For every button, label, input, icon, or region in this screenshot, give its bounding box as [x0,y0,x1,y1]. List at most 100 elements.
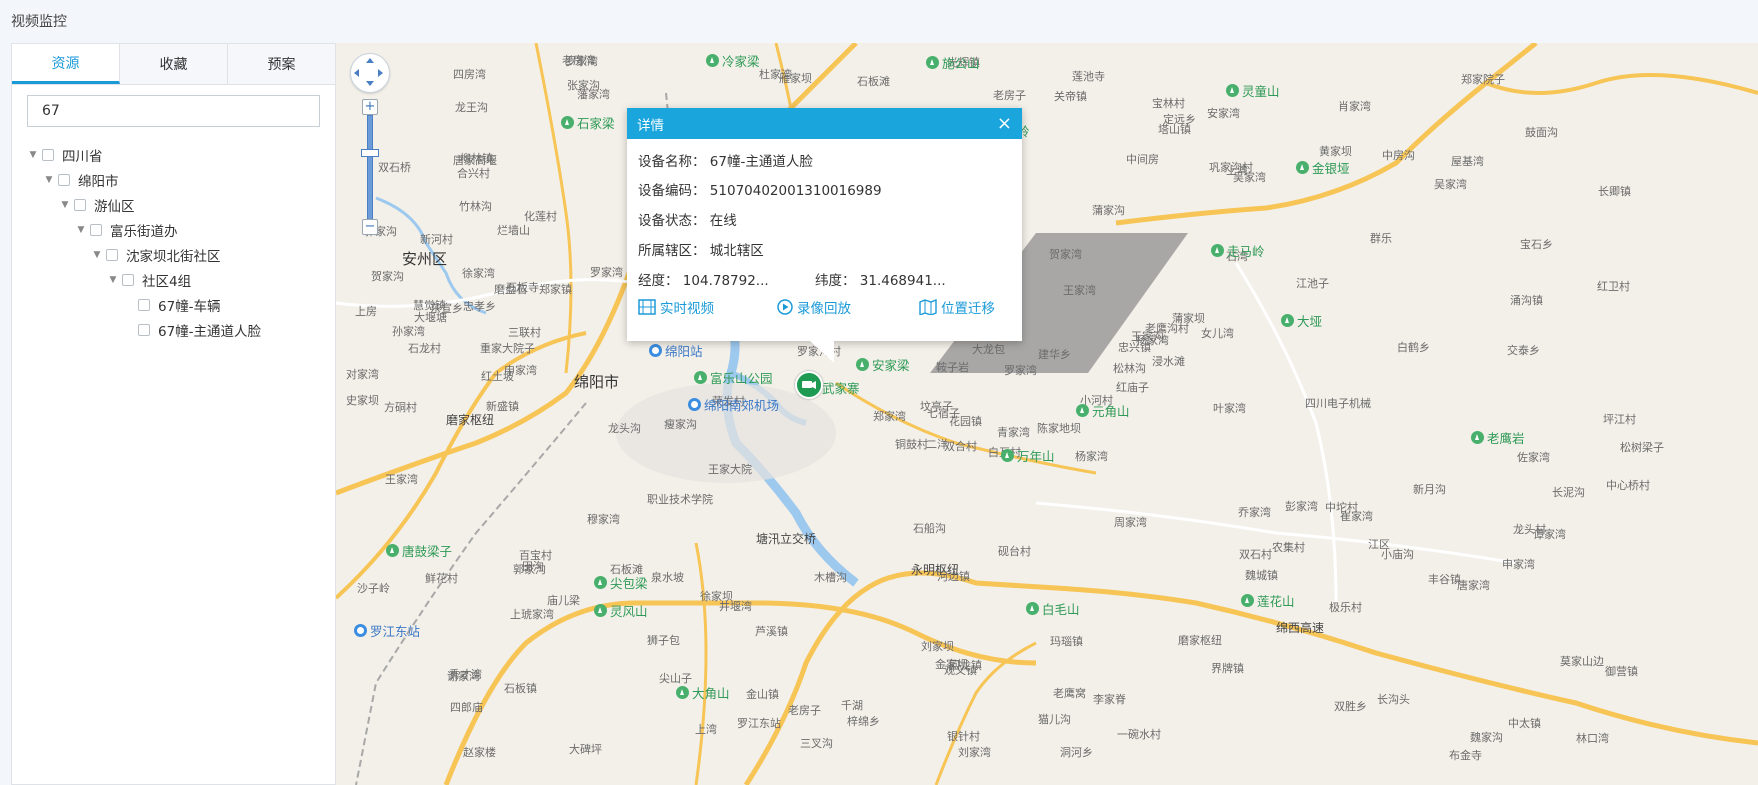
place-label: 石板镇 [504,682,537,695]
playback-link[interactable]: 录像回放 [777,297,851,317]
tab-resources[interactable]: 资源 [12,44,120,84]
place-label: 新河村 [420,233,453,246]
tree-node-label: 沈家坝北街社区 [126,248,221,265]
tree-node[interactable]: ▼ 四川省 [12,142,335,167]
pan-control[interactable] [350,53,390,93]
place-label: 职业技术学院 [647,493,713,506]
playback-label: 录像回放 [797,301,851,317]
poi-marker: 施公山 [926,53,980,72]
caret-down-icon[interactable]: ▼ [58,198,72,212]
tree-node[interactable]: ▼ 绵阳市 [12,167,335,192]
place-label: 四房湾 [453,68,486,81]
place-label: 竹林沟 [459,200,492,213]
search-input[interactable] [27,95,320,127]
pan-right-icon[interactable] [378,69,383,77]
mountain-icon [1026,602,1039,615]
tab-favorites[interactable]: 收藏 [120,44,228,84]
device-code-row: 设备编码： 51070402001310016989 [638,179,882,199]
tree-checkbox[interactable] [122,273,134,286]
poi-marker: 老鹰岩 [1471,428,1525,447]
tree-leaf[interactable]: 67幢-车辆 [12,292,335,317]
district-row: 所属辖区： 城北辖区 [638,239,764,259]
zoom-slider-handle[interactable] [361,149,379,157]
device-name-value: 67幢-主通道人脸 [709,154,813,170]
tree-checkbox[interactable] [58,173,70,186]
tree-checkbox[interactable] [74,198,86,211]
pan-up-icon[interactable] [366,58,374,63]
tree-node[interactable]: ▼ 社区4组 [12,267,335,292]
page-title: 视频监控 [11,14,67,30]
zoom-in-button[interactable]: + [362,99,378,115]
poi-label: 金银垭 [1312,161,1350,176]
map-base [336,43,1758,785]
place-label: 长泥沟 [1552,486,1585,499]
poi-marker: 冷家梁 [706,51,760,70]
relocate-link[interactable]: 位置迁移 [919,297,995,317]
caret-down-icon[interactable]: ▼ [90,248,104,262]
place-label: 中太镇 [1508,717,1541,730]
caret-down-icon[interactable]: ▼ [106,273,120,287]
place-label: 双石村 [1239,548,1272,561]
place-label: 罗家湾 [590,266,623,279]
longitude-value: 104.78792... [682,273,769,289]
city-label: 绵阳市 [574,373,620,391]
place-label: 郑家院子 [1461,73,1505,86]
mountain-icon [1241,594,1254,607]
close-icon[interactable]: × [997,113,1012,134]
popup-pointer [810,341,834,363]
place-label: 交泰乡 [1507,344,1540,357]
tree-checkbox[interactable] [42,148,54,161]
tree-node[interactable]: ▼ 沈家坝北街社区 [12,242,335,267]
tree-node[interactable]: ▼ 富乐街道办 [12,217,335,242]
place-label: 江池子 [1296,277,1329,290]
play-icon [777,299,793,315]
place-label: 忠孝乡 [463,300,496,313]
mountain-icon [694,371,707,384]
place-label: 申家湾 [1502,558,1535,571]
map-view[interactable]: 绵阳市安州区磨家枢纽塘汛立交桥永明枢纽绵西高速白互村烂墙山七宿子秀才湾忠兴镇井堰… [336,43,1758,785]
place-label: 上琥家湾 [510,608,554,621]
place-label: 张家沟 [567,79,600,92]
poi-label: 灵童山 [1242,84,1280,99]
tree-checkbox[interactable] [90,223,102,236]
tree-checkbox[interactable] [138,298,150,311]
pan-left-icon[interactable] [354,69,359,77]
poi-label: 大垭 [1297,314,1323,329]
tab-plans[interactable]: 预案 [228,44,335,84]
place-label: 双石桥 [378,161,411,174]
place-label: 谢家湾 [447,670,480,683]
place-label: 鼓面沟 [1525,126,1558,139]
place-label: 徐家坝 [700,590,733,603]
tree-leaf[interactable]: 67幢-主通道人脸 [12,317,335,342]
zoom-out-button[interactable]: − [362,219,378,235]
zoom-slider[interactable] [367,115,373,220]
place-label: 双合村 [944,440,977,453]
place-label: 石龙村 [408,342,441,355]
place-label: 鞍子岩 [936,361,969,374]
live-video-link[interactable]: 实时视频 [638,297,714,317]
camera-marker-icon[interactable] [795,371,823,399]
poi-marker: 万年山 [1001,446,1055,465]
tree-node-label: 游仙区 [94,198,135,215]
place-label: 双胜乡 [1334,700,1367,713]
place-label: 刘家坝 [921,640,954,653]
caret-down-icon[interactable]: ▼ [26,148,40,162]
place-label: 唐家湾 [1457,579,1490,592]
place-label: 二洋 [926,438,948,451]
tree-checkbox[interactable] [138,323,150,336]
place-label: 河边镇 [937,570,970,583]
place-label: 花园镇 [949,415,982,428]
district-label: 所属辖区： [638,243,706,259]
mountain-icon [676,686,689,699]
poi-marker: 莲花山 [1241,591,1295,610]
place-label: 莲池寺 [1072,70,1105,83]
caret-down-icon[interactable]: ▼ [74,223,88,237]
pan-down-icon[interactable] [366,81,374,86]
poi-marker: 灵风山 [594,601,648,620]
device-status-label: 设备状态： [638,213,706,229]
tree-node[interactable]: ▼ 游仙区 [12,192,335,217]
place-label: 刘家湾 [958,746,991,759]
caret-down-icon[interactable]: ▼ [42,173,56,187]
poi-marker: 元角山 [1076,401,1130,420]
tree-checkbox[interactable] [106,248,118,261]
